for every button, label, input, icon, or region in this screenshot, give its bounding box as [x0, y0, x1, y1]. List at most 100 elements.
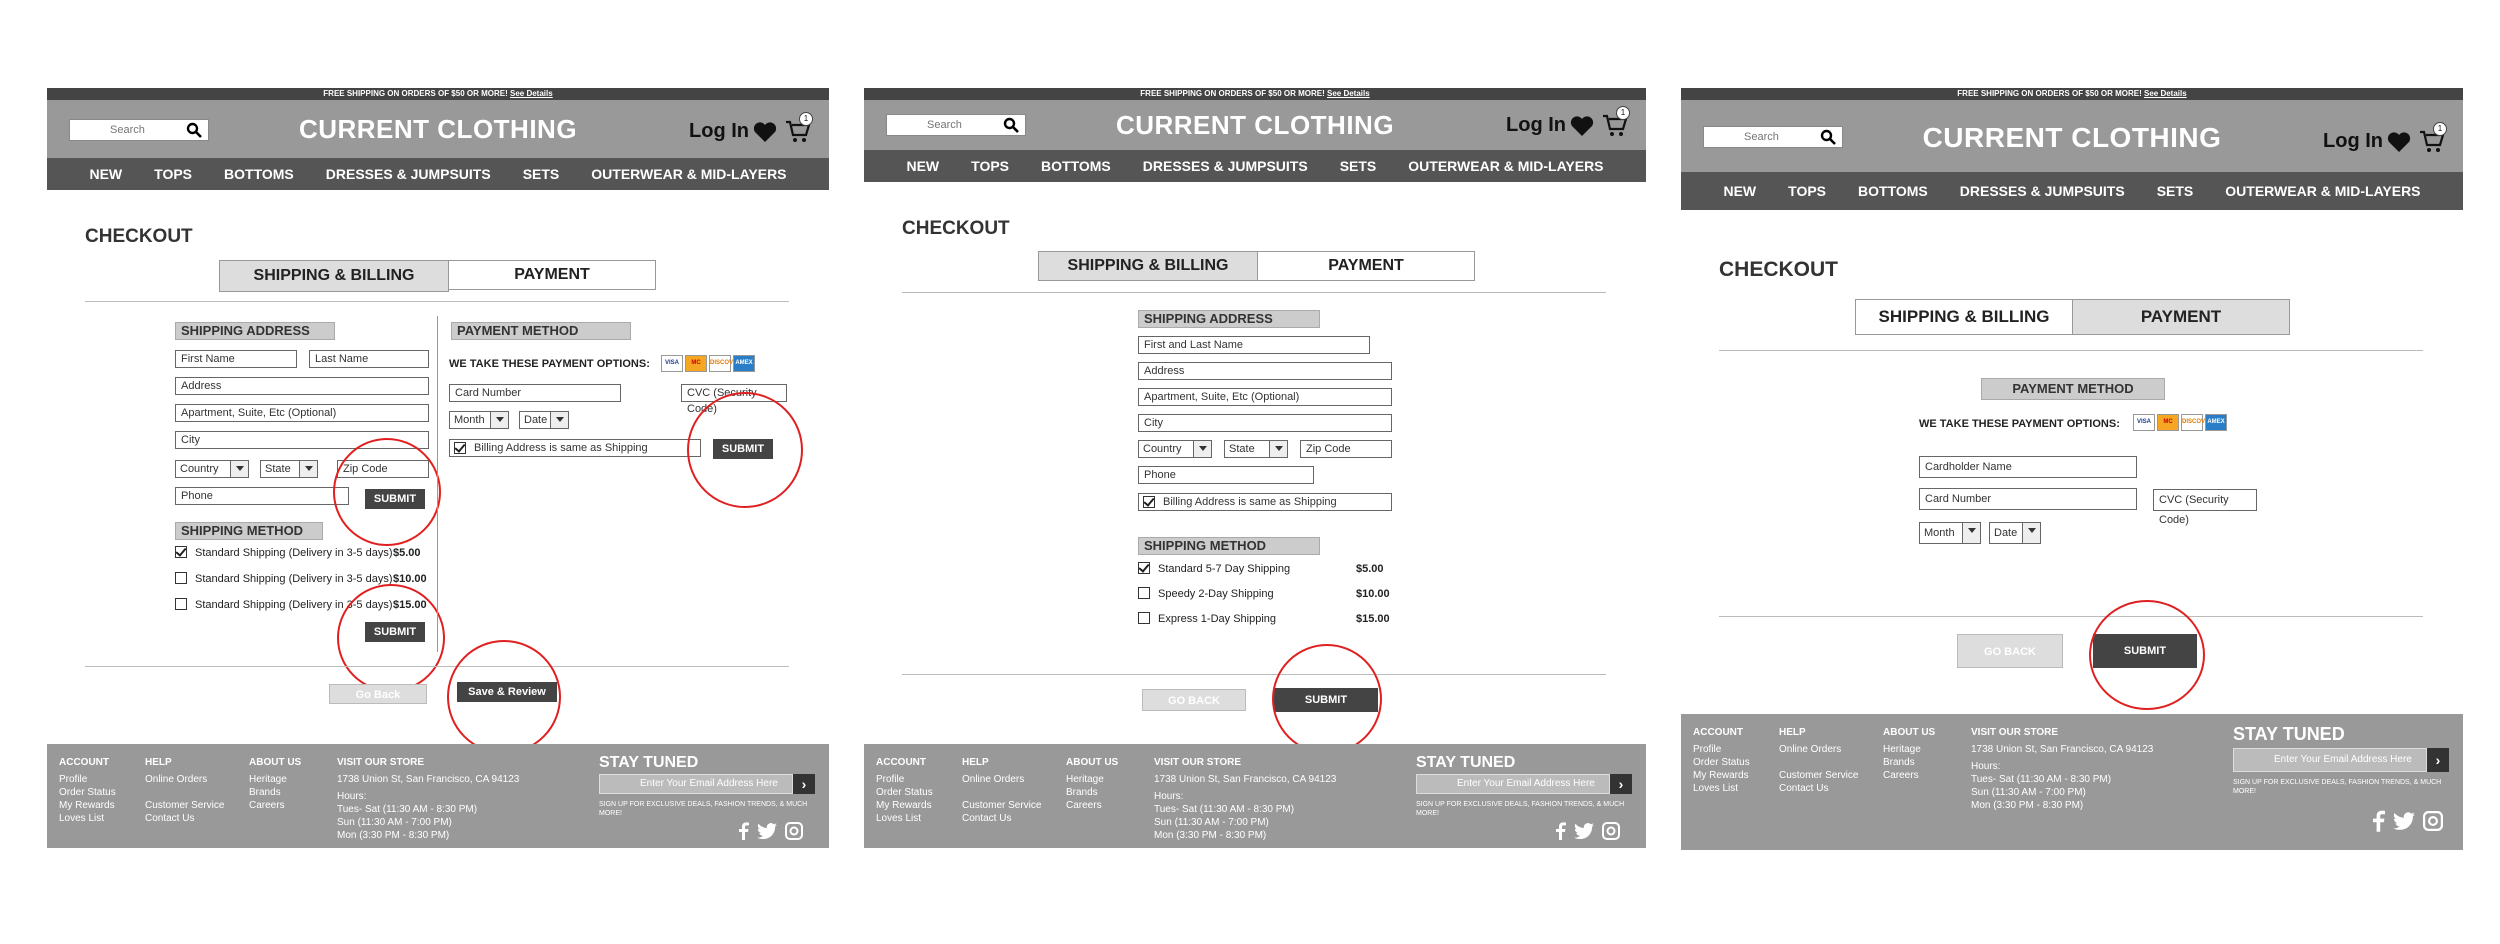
address-field[interactable]: Address [1138, 362, 1392, 380]
footer-link[interactable]: Online Orders [1779, 743, 1858, 756]
email-submit-arrow-icon[interactable]: › [2427, 748, 2449, 772]
state-select[interactable]: State [260, 460, 318, 478]
tab-shipping-billing[interactable]: SHIPPING & BILLING [1038, 251, 1258, 281]
login-link[interactable]: Log In [1506, 114, 1566, 137]
country-select[interactable]: Country [1138, 440, 1212, 458]
email-submit-arrow-icon[interactable]: › [1610, 774, 1632, 794]
footer-link[interactable]: Careers [1066, 799, 1118, 812]
footer-link[interactable]: Contact Us [962, 812, 1041, 825]
apartment-field[interactable]: Apartment, Suite, Etc (Optional) [175, 404, 429, 422]
apartment-field[interactable]: Apartment, Suite, Etc (Optional) [1138, 388, 1392, 406]
shipping-option-checkbox[interactable] [175, 598, 187, 610]
shipping-option-checkbox[interactable] [1138, 587, 1150, 599]
tab-payment[interactable]: PAYMENT [2072, 299, 2290, 335]
full-name-field[interactable]: First and Last Name [1138, 336, 1370, 354]
tab-shipping-billing[interactable]: SHIPPING & BILLING [219, 260, 449, 292]
nav-bottoms[interactable]: BOTTOMS [1041, 158, 1111, 174]
card-number-field[interactable]: Card Number [1919, 488, 2137, 510]
footer-link[interactable]: Contact Us [1779, 782, 1858, 795]
tab-payment[interactable]: PAYMENT [1257, 251, 1475, 281]
footer-link[interactable]: Heritage [1066, 773, 1118, 786]
nav-dresses[interactable]: DRESSES & JUMPSUITS [1960, 183, 2125, 199]
shipping-option-checkbox[interactable] [175, 546, 187, 558]
footer-link[interactable]: Order Status [59, 786, 116, 799]
nav-tops[interactable]: TOPS [154, 166, 192, 182]
billing-same-checkbox[interactable] [1143, 496, 1155, 508]
month-select[interactable]: Month [449, 411, 509, 429]
cvc-field[interactable]: CVC (Security Code) [2153, 489, 2257, 526]
nav-new[interactable]: NEW [1723, 183, 1756, 199]
nav-dresses[interactable]: DRESSES & JUMPSUITS [1143, 158, 1308, 174]
twitter-icon[interactable] [757, 823, 777, 839]
address-field[interactable]: Address [175, 377, 429, 395]
email-signup-input[interactable]: Enter Your Email Address Here [599, 774, 793, 794]
month-select[interactable]: Month [1919, 522, 1981, 544]
footer-link[interactable]: My Rewards [1693, 769, 1750, 782]
footer-link[interactable]: Order Status [876, 786, 933, 799]
twitter-icon[interactable] [2393, 812, 2415, 830]
facebook-icon[interactable] [1556, 822, 1566, 840]
nav-dresses[interactable]: DRESSES & JUMPSUITS [326, 166, 491, 182]
promo-link[interactable]: See Details [1327, 89, 1370, 98]
cart-button[interactable]: 1 [1602, 106, 1630, 138]
nav-outerwear[interactable]: OUTERWEAR & MID-LAYERS [591, 166, 786, 182]
zip-field[interactable]: Zip Code [1300, 440, 1392, 458]
footer-link[interactable]: Loves List [59, 812, 116, 825]
shipping-option-checkbox[interactable] [1138, 612, 1150, 624]
tab-payment[interactable]: PAYMENT [448, 260, 656, 290]
heart-icon[interactable] [753, 121, 777, 143]
footer-link[interactable]: Profile [59, 773, 116, 786]
footer-link[interactable]: Brands [249, 786, 301, 799]
go-back-button[interactable]: Go Back [329, 684, 427, 704]
facebook-icon[interactable] [739, 822, 749, 840]
facebook-icon[interactable] [2373, 810, 2385, 832]
heart-icon[interactable] [2387, 131, 2411, 153]
footer-link[interactable]: Heritage [1883, 743, 1935, 756]
footer-link[interactable]: Online Orders [145, 773, 224, 786]
login-link[interactable]: Log In [2323, 130, 2383, 153]
go-back-button[interactable]: GO BACK [1957, 634, 2063, 668]
twitter-icon[interactable] [1574, 823, 1594, 839]
footer-link[interactable]: Loves List [876, 812, 933, 825]
shipping-option-checkbox[interactable] [175, 572, 187, 584]
cart-button[interactable]: 1 [785, 112, 813, 144]
billing-same-checkbox[interactable] [454, 442, 466, 454]
footer-link[interactable]: Customer Service [1779, 769, 1858, 782]
instagram-icon[interactable] [1602, 822, 1620, 840]
city-field[interactable]: City [1138, 414, 1392, 432]
footer-link[interactable]: Careers [1883, 769, 1935, 782]
footer-link[interactable]: Loves List [1693, 782, 1750, 795]
login-link[interactable]: Log In [689, 120, 749, 143]
nav-new[interactable]: NEW [89, 166, 122, 182]
promo-link[interactable]: See Details [2144, 89, 2187, 98]
last-name-field[interactable]: Last Name [309, 350, 429, 368]
footer-link[interactable]: Contact Us [145, 812, 224, 825]
nav-sets[interactable]: SETS [523, 166, 560, 182]
nav-tops[interactable]: TOPS [1788, 183, 1826, 199]
state-select[interactable]: State [1224, 440, 1288, 458]
footer-link[interactable]: Customer Service [962, 799, 1041, 812]
footer-link[interactable]: Brands [1066, 786, 1118, 799]
email-signup-input[interactable]: Enter Your Email Address Here [2233, 748, 2427, 772]
footer-link[interactable]: Customer Service [145, 799, 224, 812]
nav-outerwear[interactable]: OUTERWEAR & MID-LAYERS [1408, 158, 1603, 174]
cardholder-name-field[interactable]: Cardholder Name [1919, 456, 2137, 478]
footer-link[interactable]: My Rewards [876, 799, 933, 812]
go-back-button[interactable]: GO BACK [1142, 689, 1246, 711]
date-select[interactable]: Date [1989, 522, 2041, 544]
nav-bottoms[interactable]: BOTTOMS [1858, 183, 1928, 199]
footer-link[interactable]: Profile [1693, 743, 1750, 756]
shipping-option-checkbox[interactable] [1138, 562, 1150, 574]
country-select[interactable]: Country [175, 460, 249, 478]
cart-button[interactable]: 1 [2419, 122, 2447, 154]
phone-field[interactable]: Phone [1138, 466, 1314, 484]
instagram-icon[interactable] [2423, 811, 2443, 831]
phone-field[interactable]: Phone [175, 487, 349, 505]
card-number-field[interactable]: Card Number [449, 384, 621, 402]
nav-sets[interactable]: SETS [2157, 183, 2194, 199]
footer-link[interactable]: Careers [249, 799, 301, 812]
tab-shipping-billing[interactable]: SHIPPING & BILLING [1855, 299, 2073, 335]
instagram-icon[interactable] [785, 822, 803, 840]
email-submit-arrow-icon[interactable]: › [793, 774, 815, 794]
first-name-field[interactable]: First Name [175, 350, 297, 368]
